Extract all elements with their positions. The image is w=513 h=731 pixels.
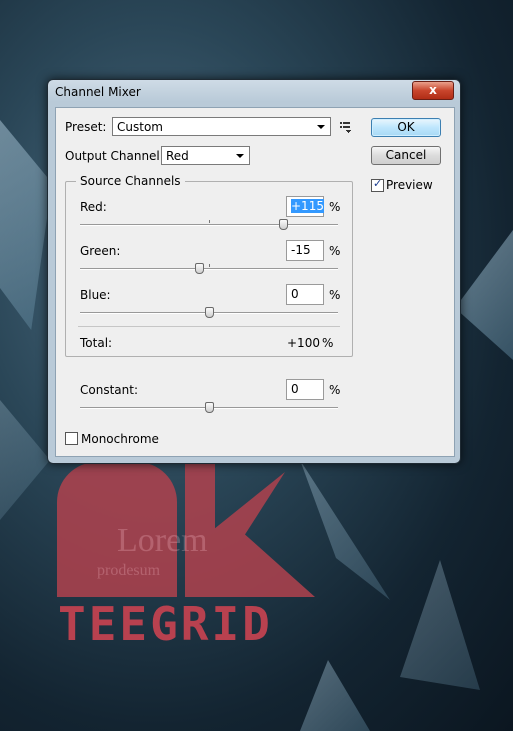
constant-value: 0 bbox=[291, 382, 299, 396]
background-logo: Lorem prodesum bbox=[57, 462, 317, 597]
constant-unit: % bbox=[329, 383, 341, 397]
preview-checkbox[interactable]: ✓ bbox=[371, 177, 384, 192]
green-unit: % bbox=[329, 244, 341, 258]
total-label: Total: bbox=[80, 336, 113, 350]
total-value: +100 bbox=[287, 336, 320, 350]
green-slider-center-tick bbox=[209, 264, 210, 267]
output-channel-value: Red bbox=[166, 149, 189, 163]
red-label: Red: bbox=[80, 200, 107, 214]
source-channels-legend: Source Channels bbox=[76, 174, 185, 188]
green-label: Green: bbox=[80, 244, 121, 258]
background-faint-text: prodesum bbox=[97, 562, 161, 579]
background-shard bbox=[0, 400, 50, 520]
channel-mixer-dialog: Channel Mixer x Preset: Custom Output Ch… bbox=[47, 79, 461, 464]
monochrome-label: Monochrome bbox=[81, 432, 159, 446]
output-channel-label: Output Channel: bbox=[65, 149, 164, 163]
total-separator bbox=[78, 326, 340, 327]
output-channel-select[interactable]: Red bbox=[161, 146, 250, 165]
background-shard bbox=[0, 120, 52, 330]
close-button[interactable]: x bbox=[412, 81, 454, 100]
dialog-body: Preset: Custom Output Channel: Red OK Ca… bbox=[55, 107, 455, 457]
preset-label: Preset: bbox=[65, 120, 107, 134]
background-faint-text: Lorem bbox=[117, 522, 208, 559]
constant-value-input[interactable]: 0 bbox=[286, 379, 324, 400]
window-title: Channel Mixer bbox=[55, 85, 141, 99]
blue-value: 0 bbox=[291, 287, 299, 301]
title-bar[interactable]: Channel Mixer x bbox=[48, 80, 460, 104]
background-shard bbox=[300, 660, 370, 731]
blue-label: Blue: bbox=[80, 288, 111, 302]
red-value-input[interactable]: +115 bbox=[286, 196, 324, 217]
green-value: -15 bbox=[291, 243, 311, 257]
red-slider-thumb[interactable] bbox=[279, 219, 289, 230]
red-slider-track[interactable] bbox=[80, 224, 338, 226]
cancel-button[interactable]: Cancel bbox=[371, 146, 441, 165]
list-menu-icon[interactable] bbox=[340, 121, 352, 133]
blue-value-input[interactable]: 0 bbox=[286, 284, 324, 305]
green-slider-track[interactable] bbox=[80, 268, 338, 270]
green-value-input[interactable]: -15 bbox=[286, 240, 324, 261]
background-shard bbox=[455, 230, 513, 360]
red-unit: % bbox=[329, 200, 341, 214]
blue-unit: % bbox=[329, 288, 341, 302]
ok-button[interactable]: OK bbox=[371, 118, 441, 137]
blue-slider-thumb[interactable] bbox=[205, 307, 214, 318]
chevron-down-icon bbox=[317, 125, 325, 129]
chevron-down-icon bbox=[236, 154, 244, 158]
preset-value: Custom bbox=[117, 120, 163, 134]
total-unit: % bbox=[322, 336, 334, 350]
monochrome-checkbox[interactable] bbox=[65, 432, 78, 445]
constant-slider-thumb[interactable] bbox=[205, 402, 214, 413]
green-slider-thumb[interactable] bbox=[195, 263, 205, 274]
background-logo-text: TEEGRID bbox=[58, 597, 273, 651]
background-shard bbox=[400, 560, 480, 690]
preset-select[interactable]: Custom bbox=[112, 117, 331, 136]
checkmark-icon: ✓ bbox=[373, 177, 383, 190]
red-value: +115 bbox=[291, 199, 324, 213]
preview-label: Preview bbox=[386, 178, 433, 192]
red-slider-center-tick bbox=[209, 220, 210, 223]
constant-label: Constant: bbox=[80, 383, 138, 397]
